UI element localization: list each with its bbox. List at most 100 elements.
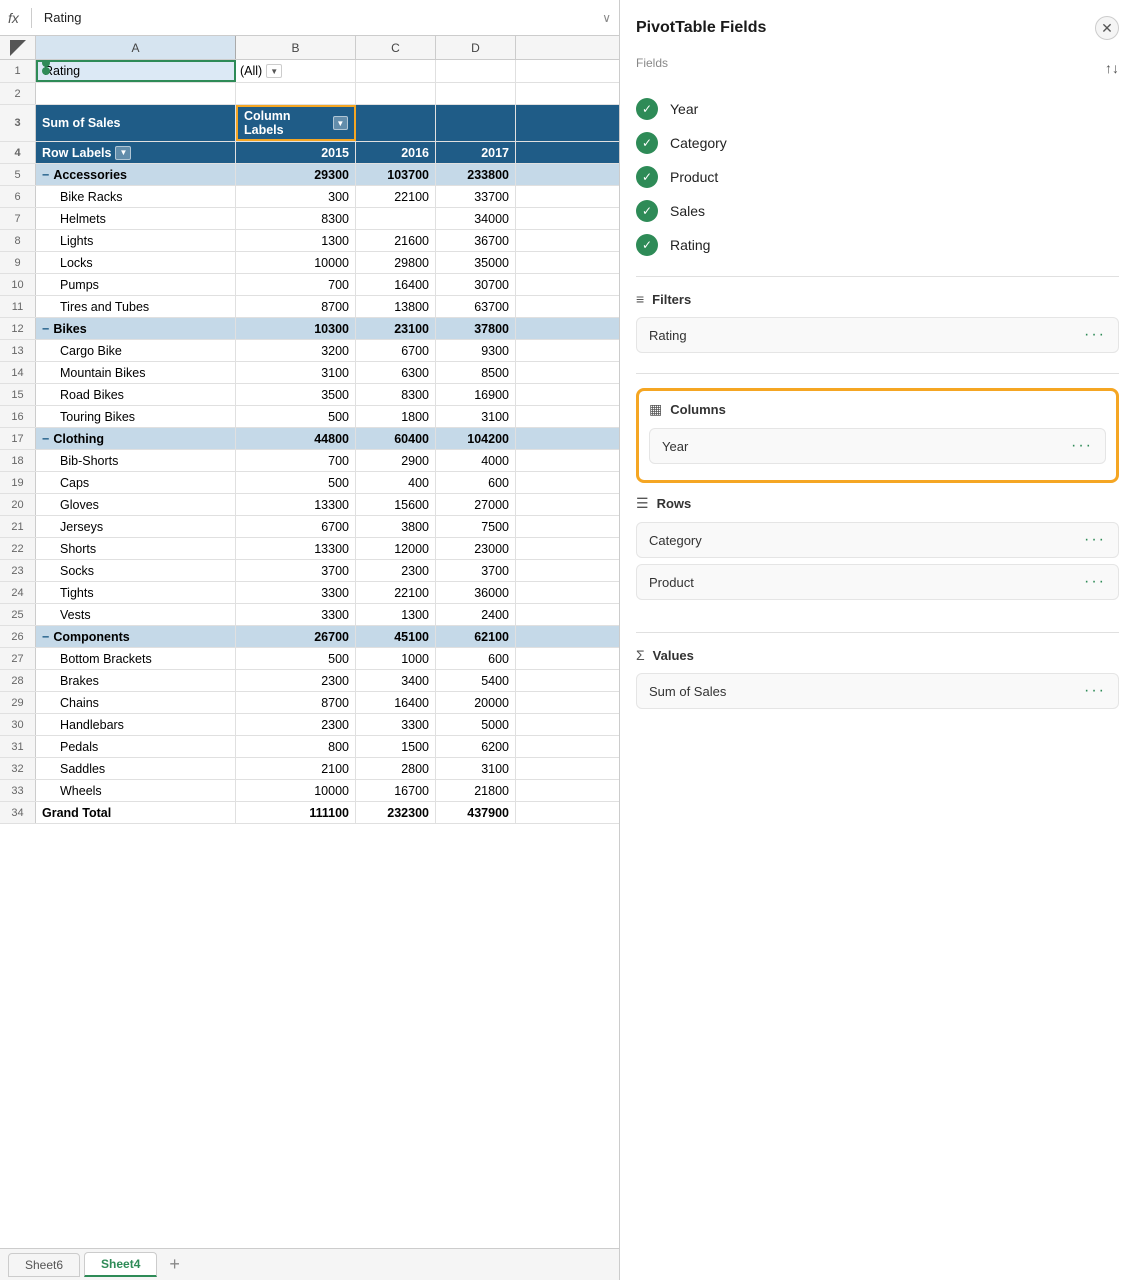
column-labels-cell[interactable]: Column Labels ▼ — [236, 105, 356, 141]
filters-icon: ≡ — [636, 291, 644, 307]
cell-3d — [436, 105, 516, 141]
cell-28d: 5400 — [436, 670, 516, 691]
values-section-label: Values — [653, 648, 694, 663]
row-item-product[interactable]: Product ··· — [636, 564, 1119, 600]
table-row: 14 Mountain Bikes 3100 6300 8500 — [0, 362, 619, 384]
filter-item-rating-menu-icon[interactable]: ··· — [1084, 326, 1106, 344]
field-item-rating[interactable]: ✓ Rating — [636, 228, 1119, 262]
cell-1c — [356, 60, 436, 82]
value-item-sum-of-sales-menu-icon[interactable]: ··· — [1084, 682, 1106, 700]
field-item-sales[interactable]: ✓ Sales — [636, 194, 1119, 228]
cell-32b: 2100 — [236, 758, 356, 779]
field-checkbox-sales[interactable]: ✓ — [636, 200, 658, 222]
table-row: 22 Shorts 13300 12000 23000 — [0, 538, 619, 560]
cell-4d: 2017 — [436, 142, 516, 163]
row-num-25: 25 — [0, 604, 36, 625]
row-labels-dropdown-icon[interactable]: ▼ — [115, 146, 131, 160]
table-row: 13 Cargo Bike 3200 6700 9300 — [0, 340, 619, 362]
fx-icon: fx — [8, 10, 19, 26]
cell-31b: 800 — [236, 736, 356, 757]
cell-16c: 1800 — [356, 406, 436, 427]
cell-4b: 2015 — [236, 142, 356, 163]
field-checkbox-year[interactable]: ✓ — [636, 98, 658, 120]
row-item-category-menu-icon[interactable]: ··· — [1084, 531, 1106, 549]
cell-13b: 3200 — [236, 340, 356, 361]
col-header-d[interactable]: D — [436, 36, 516, 59]
filter-item-rating[interactable]: Rating ··· — [636, 317, 1119, 353]
cell-5b: 29300 — [236, 164, 356, 185]
cell-24c: 22100 — [356, 582, 436, 603]
cell-25a: Vests — [36, 604, 236, 625]
cell-29c: 16400 — [356, 692, 436, 713]
row-num-10: 10 — [0, 274, 36, 295]
table-row: 3 Sum of Sales Column Labels ▼ — [0, 105, 619, 142]
cell-4a[interactable]: Row Labels ▼ — [36, 142, 236, 163]
row-num-6: 6 — [0, 186, 36, 207]
cell-27c: 1000 — [356, 648, 436, 669]
col-header-b[interactable]: B — [236, 36, 356, 59]
row-item-product-menu-icon[interactable]: ··· — [1084, 573, 1106, 591]
row-num-1: 1 — [0, 60, 36, 82]
row-num-30: 30 — [0, 714, 36, 735]
sheet-tab-sheet4[interactable]: Sheet4 — [84, 1252, 157, 1277]
table-row: 29 Chains 8700 16400 20000 — [0, 692, 619, 714]
field-checkbox-rating[interactable]: ✓ — [636, 234, 658, 256]
cell-31c: 1500 — [356, 736, 436, 757]
cell-30c: 3300 — [356, 714, 436, 735]
cell-28b: 2300 — [236, 670, 356, 691]
rows-section: ☰ Rows Category ··· Product ··· — [636, 495, 1119, 606]
table-row: 23 Socks 3700 2300 3700 — [0, 560, 619, 582]
cell-2c — [356, 83, 436, 104]
add-sheet-button[interactable]: + — [161, 1254, 188, 1275]
cell-18d: 4000 — [436, 450, 516, 471]
cell-19c: 400 — [356, 472, 436, 493]
cell-22b: 13300 — [236, 538, 356, 559]
cell-1b[interactable]: (All) ▼ — [236, 60, 356, 82]
row-num-5: 5 — [0, 164, 36, 185]
cell-1a[interactable]: Rating — [36, 60, 236, 82]
field-checkbox-product[interactable]: ✓ — [636, 166, 658, 188]
close-pivot-panel-button[interactable]: ✕ — [1095, 16, 1119, 40]
cell-23a: Socks — [36, 560, 236, 581]
cell-22d: 23000 — [436, 538, 516, 559]
col-header-c[interactable]: C — [356, 36, 436, 59]
column-item-year[interactable]: Year ··· — [649, 428, 1106, 464]
field-checkbox-category[interactable]: ✓ — [636, 132, 658, 154]
cell-26c: 45100 — [356, 626, 436, 647]
rows-section-label: Rows — [657, 496, 692, 511]
cell-25d: 2400 — [436, 604, 516, 625]
filter-value: (All) — [240, 64, 262, 78]
col-header-a[interactable]: A — [36, 36, 236, 59]
column-item-year-menu-icon[interactable]: ··· — [1071, 437, 1093, 455]
table-row: 10 Pumps 700 16400 30700 — [0, 274, 619, 296]
cell-27d: 600 — [436, 648, 516, 669]
row-num-31: 31 — [0, 736, 36, 757]
field-item-year[interactable]: ✓ Year — [636, 92, 1119, 126]
cell-33a: Wheels — [36, 780, 236, 801]
cell-8d: 36700 — [436, 230, 516, 251]
table-row: 27 Bottom Brackets 500 1000 600 — [0, 648, 619, 670]
pivot-panel-title: PivotTable Fields — [636, 19, 766, 37]
cell-30a: Handlebars — [36, 714, 236, 735]
sort-fields-icon[interactable]: ↑↓ — [1105, 60, 1119, 76]
column-labels-dropdown-icon[interactable]: ▼ — [333, 116, 348, 130]
cell-19b: 500 — [236, 472, 356, 493]
formula-dropdown-icon[interactable]: ∨ — [602, 11, 611, 25]
cell-32c: 2800 — [356, 758, 436, 779]
table-row: 33 Wheels 10000 16700 21800 — [0, 780, 619, 802]
value-item-sum-of-sales[interactable]: Sum of Sales ··· — [636, 673, 1119, 709]
field-item-product[interactable]: ✓ Product — [636, 160, 1119, 194]
cell-15d: 16900 — [436, 384, 516, 405]
divider-2 — [636, 373, 1119, 374]
sheet-tab-sheet6[interactable]: Sheet6 — [8, 1253, 80, 1277]
row-item-category[interactable]: Category ··· — [636, 522, 1119, 558]
filter-dropdown-icon[interactable]: ▼ — [266, 64, 282, 78]
cell-17a: −Clothing — [36, 428, 236, 449]
cell-11d: 63700 — [436, 296, 516, 317]
row-num-20: 20 — [0, 494, 36, 515]
field-item-category[interactable]: ✓ Category — [636, 126, 1119, 160]
cell-2a — [36, 83, 236, 104]
cell-20b: 13300 — [236, 494, 356, 515]
row-item-product-label: Product — [649, 575, 694, 590]
cell-7d: 34000 — [436, 208, 516, 229]
